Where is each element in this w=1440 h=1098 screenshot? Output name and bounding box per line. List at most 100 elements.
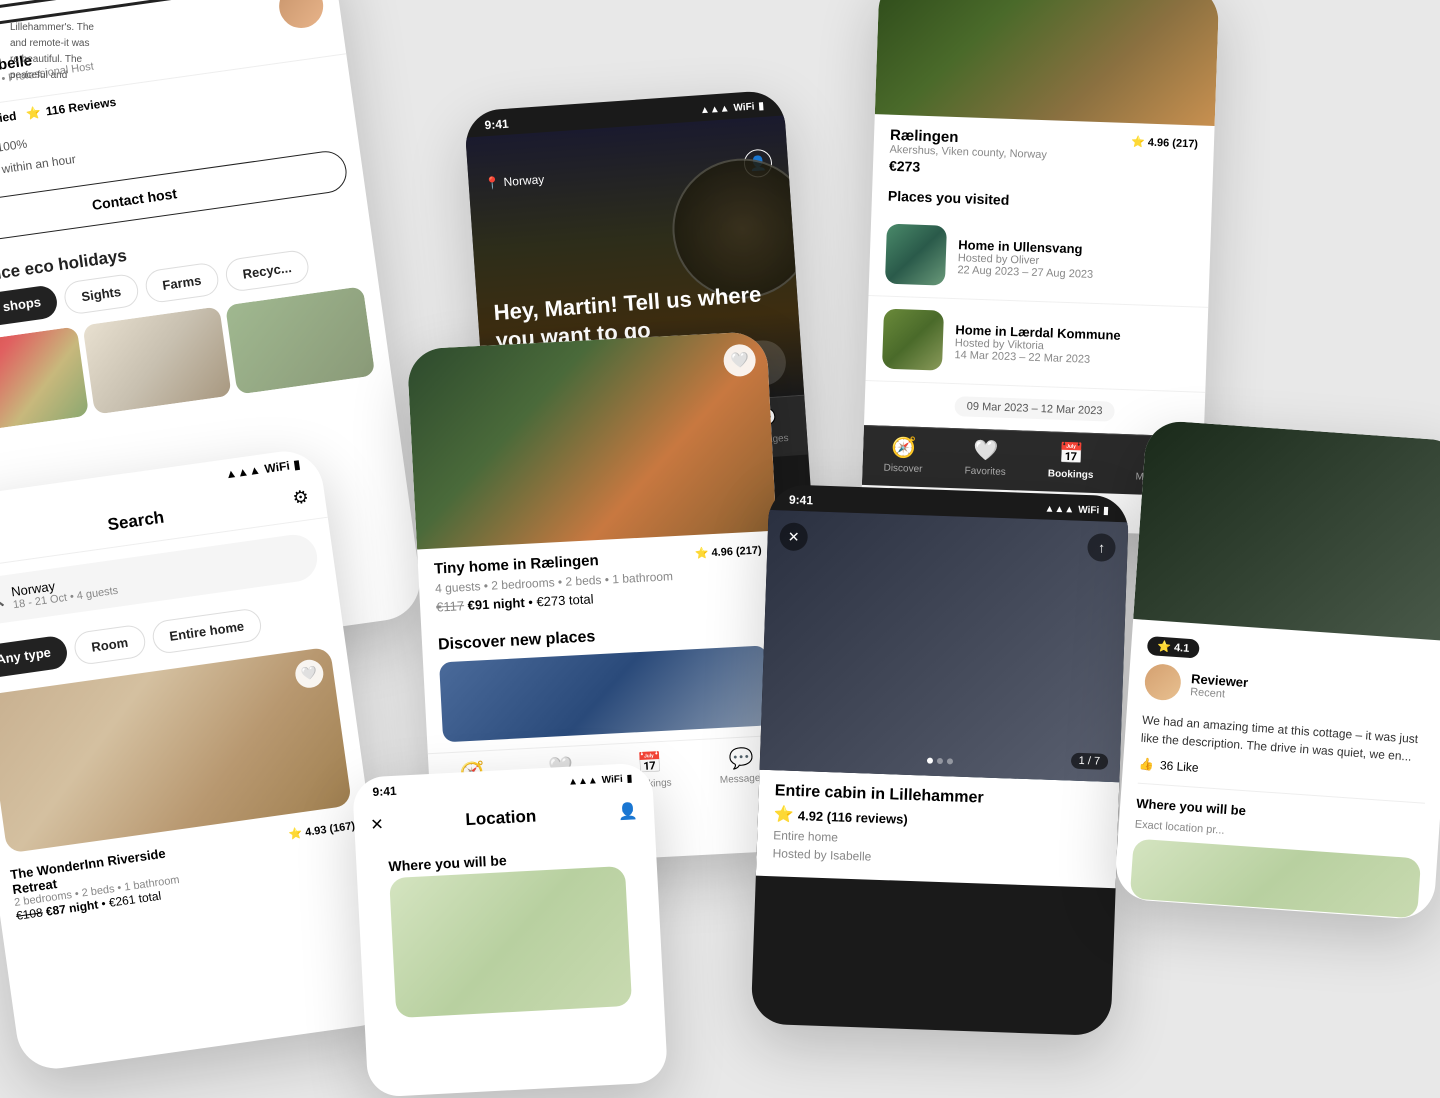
star-badge: ⭐ 4.1 xyxy=(1147,636,1200,659)
favorites-icon-bookings: 🤍 xyxy=(973,438,999,464)
bookings-top-image xyxy=(875,0,1220,126)
visited-image-1 xyxy=(885,224,947,286)
wifi-icon-location: WiFi xyxy=(601,773,623,785)
rælingen-rating: ⭐ 4.96 (217) xyxy=(1131,135,1198,150)
nav-discover-bookings[interactable]: 🧭 Discover xyxy=(883,435,923,475)
filter-any-type[interactable]: Any type xyxy=(0,634,69,679)
location-pin-icon: 📍 xyxy=(484,175,500,190)
old-price-listing: €117 xyxy=(436,598,465,614)
discover-section: Discover new places xyxy=(421,609,787,754)
reviews-badge: ⭐ 116 Reviews xyxy=(25,95,117,121)
status-icons-location: ▲▲▲ WiFi ▮ xyxy=(568,773,633,787)
filter-icon[interactable]: ⚙ xyxy=(291,486,310,509)
wifi-icon: WiFi xyxy=(264,459,291,476)
filter-room[interactable]: Room xyxy=(72,624,147,667)
dot-3 xyxy=(947,758,953,764)
visited-item-2: Home in Lærdal Kommune Hosted by Viktori… xyxy=(865,296,1208,393)
visited-image-2 xyxy=(882,309,944,371)
eco-image-3 xyxy=(225,286,375,394)
listing-image: 🤍 xyxy=(407,331,777,550)
reviews-label: 116 Reviews xyxy=(45,95,117,119)
nav-favorites-bookings-label: Favorites xyxy=(964,466,1005,478)
review-top-image xyxy=(1133,419,1440,641)
new-price-listing: €91 night xyxy=(467,595,525,613)
eco-image-2 xyxy=(82,306,232,414)
heart-button-listing[interactable]: 🤍 xyxy=(723,344,757,378)
reviewer-avatar xyxy=(1144,663,1182,701)
location-body: Where you will be xyxy=(355,832,665,1041)
image-dots xyxy=(927,758,953,765)
heart-button-search[interactable]: 🤍 xyxy=(294,658,326,690)
nav-favorites-bookings[interactable]: 🤍 Favorites xyxy=(964,438,1006,478)
wifi-icon-martin: WiFi xyxy=(733,101,755,113)
dot-2 xyxy=(937,758,943,764)
nav-discover-bookings-label: Discover xyxy=(883,463,922,475)
cabin-rating: 4.92 (116 reviews) xyxy=(798,808,908,827)
search-input-content: Norway 18 - 21 Oct • 4 guests xyxy=(10,570,119,611)
signal-icon-location: ▲▲▲ xyxy=(568,775,598,788)
cabin-title: Entire cabin in Lillehammer xyxy=(774,782,983,807)
norway-text: Norway xyxy=(503,172,545,189)
likes-count: 36 Like xyxy=(1160,758,1200,775)
wifi-icon-cabin: WiFi xyxy=(1078,504,1099,516)
visited-item-1: Home in Ullensvang Hosted by Oliver 22 A… xyxy=(868,211,1211,308)
messages-icon-listing: 💬 xyxy=(728,745,754,771)
visited-info-1: Home in Ullensvang Hosted by Oliver 22 A… xyxy=(957,237,1194,284)
where-be-section: Where you will be Exact location pr... xyxy=(1130,783,1425,919)
signal-icon-martin: ▲▲▲ xyxy=(700,103,730,116)
bookings-icon-bookings: 📅 xyxy=(1059,441,1085,467)
phone-location: 9:41 ▲▲▲ WiFi ▮ ✕ Location 👤 Where you w… xyxy=(352,762,668,1097)
close-icon-location[interactable]: ✕ xyxy=(370,814,384,835)
rælingen-section: Rælingen Akershus, Viken county, Norway … xyxy=(873,114,1215,191)
nav-bookings-bookings-label: Bookings xyxy=(1048,468,1094,481)
time-cabin: 9:41 xyxy=(789,493,814,508)
old-price: €108 xyxy=(15,905,43,923)
cabin-interior xyxy=(760,510,1129,782)
pill-organic-shops[interactable]: Organic shops xyxy=(0,284,59,334)
star-icon: ⭐ xyxy=(25,105,42,121)
partial-text: Lillehammer's. The and remote-it was re … xyxy=(10,20,110,84)
location-title: Location xyxy=(395,803,606,834)
discover-image xyxy=(439,645,771,742)
partial-line-3: re beautiful. The xyxy=(10,52,110,68)
nav-bookings-bookings[interactable]: 📅 Bookings xyxy=(1048,440,1095,481)
partial-line-4: peaceful and xyxy=(10,68,110,84)
battery-icon-location: ▮ xyxy=(626,773,632,784)
status-icons-martin: ▲▲▲ WiFi ▮ xyxy=(700,100,765,115)
cabin-image: ✕ ↑ 1 / 7 xyxy=(760,510,1129,782)
image-counter: 1 / 7 xyxy=(1070,753,1108,770)
total-price-listing: €273 total xyxy=(536,591,594,609)
filter-entire-home[interactable]: Entire home xyxy=(150,607,263,655)
dot-1 xyxy=(927,758,933,764)
cabin-star-icon: ⭐ xyxy=(774,804,795,825)
rælingen-price: €273 xyxy=(889,158,1047,179)
review-content: ⭐ 4.1 Reviewer Recent We had an amazing … xyxy=(1114,619,1440,921)
signal-icon-cabin: ▲▲▲ xyxy=(1044,503,1074,515)
visited-info-2: Home in Lærdal Kommune Hosted by Viktori… xyxy=(954,322,1191,369)
eco-image-1 xyxy=(0,327,89,435)
eco-section: Experience eco holidays Organic shops Si… xyxy=(0,200,393,449)
phone-review: ⭐ 4.1 Reviewer Recent We had an amazing … xyxy=(1114,419,1440,920)
search-icon: 🔍 xyxy=(0,591,5,609)
time-location: 9:41 xyxy=(372,784,397,799)
battery-icon-cabin: ▮ xyxy=(1103,505,1109,516)
signal-icon: ▲▲▲ xyxy=(224,463,261,482)
globe-decoration xyxy=(668,154,804,303)
location-map xyxy=(389,866,632,1018)
reviewer-info: Reviewer Recent xyxy=(1190,671,1249,702)
status-icons-cabin: ▲▲▲ WiFi ▮ xyxy=(1044,503,1109,516)
partial-line-2: and remote-it was xyxy=(10,36,110,52)
discover-icon-bookings: 🧭 xyxy=(891,435,917,461)
result-rating: ⭐ 4.93 (167) xyxy=(288,819,356,841)
battery-icon-martin: ▮ xyxy=(758,100,764,111)
profile-icon-location: 👤 xyxy=(618,801,639,822)
partial-line-1: Lillehammer's. The xyxy=(10,20,110,36)
listing-rating: ⭐ 4.96 (217) xyxy=(694,543,762,559)
battery-icon: ▮ xyxy=(293,457,301,472)
mini-map xyxy=(1130,839,1421,919)
cabin-details: Entire cabin in Lillehammer ⭐ 4.92 (116 … xyxy=(756,770,1119,888)
norway-label: 📍 Norway xyxy=(484,172,544,190)
review-text: We had an amazing time at this cottage –… xyxy=(1140,711,1430,767)
booking-date-badge: 09 Mar 2023 – 12 Mar 2023 xyxy=(954,396,1114,422)
thumbs-up-icon: 👍 xyxy=(1139,757,1155,772)
